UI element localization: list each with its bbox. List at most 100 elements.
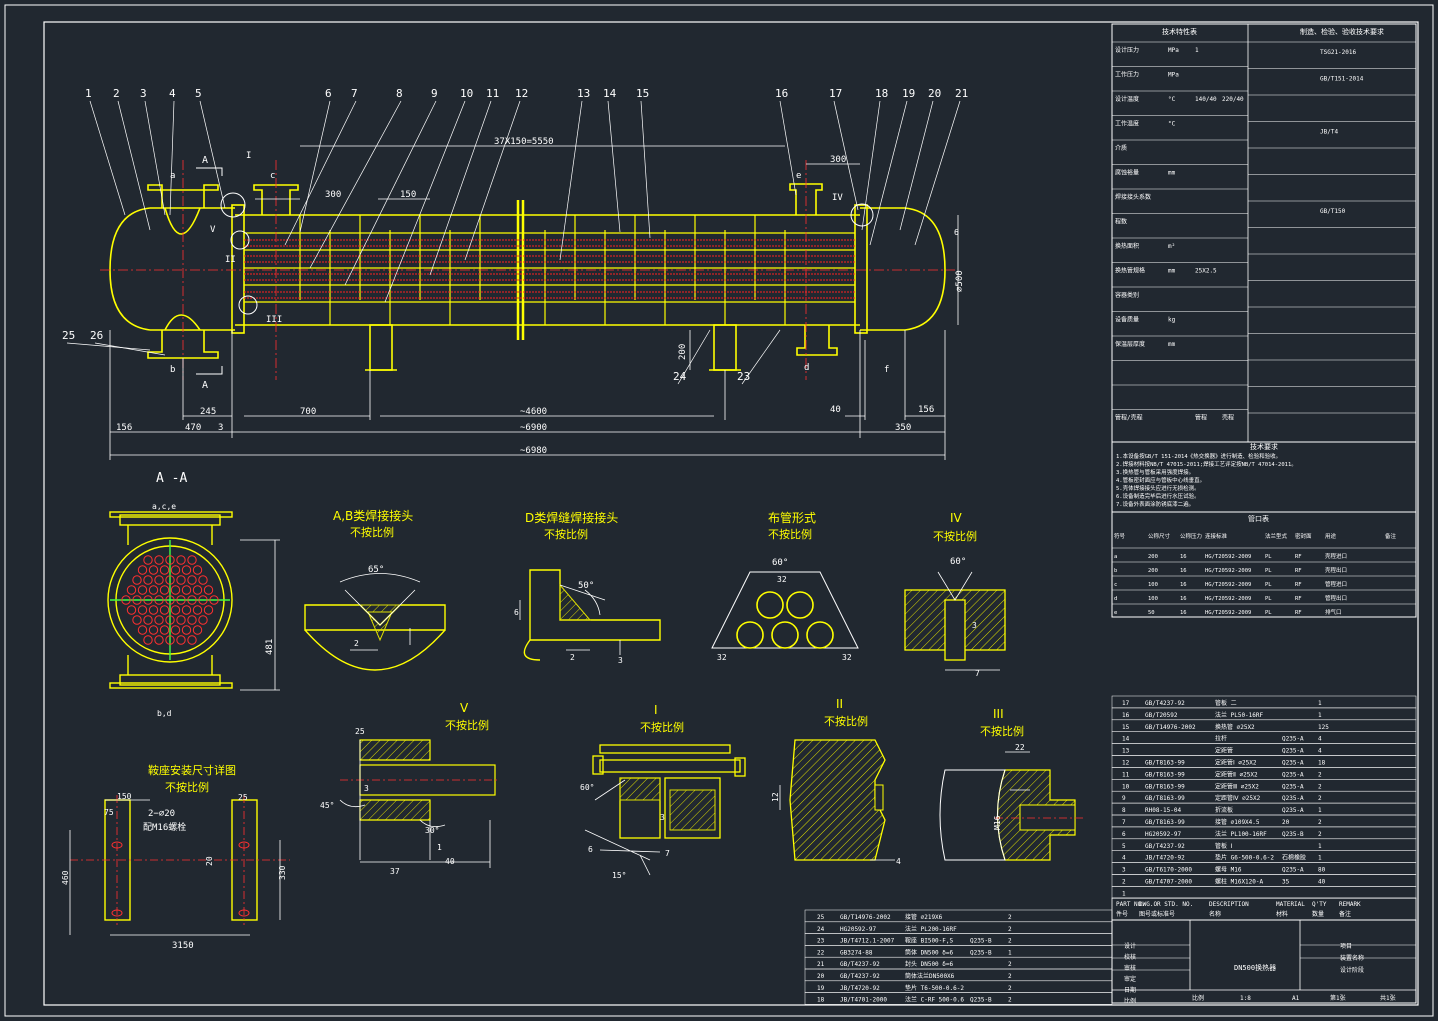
nozzle-cell: PL: [1265, 568, 1272, 574]
parts-bottom-cell: 接管 ⌀219X6: [905, 913, 943, 921]
i-note: 不按比例: [640, 720, 684, 734]
nozzle-cell: a: [1114, 554, 1117, 560]
parts-cell: Q235-A: [1282, 807, 1304, 814]
aa-dim-481: 481: [265, 639, 275, 655]
weld-ab-d2: 2: [354, 639, 359, 648]
parts-cell: 定距管Ⅱ ⌀25X2: [1215, 770, 1258, 778]
title-total: 共1张: [1380, 994, 1396, 1002]
sheet-frame: [4, 4, 1434, 1017]
parts-cell: Q235-A: [1282, 783, 1304, 790]
parts-header-cn: 材料: [1276, 910, 1288, 918]
nozzle-cell: 16: [1180, 596, 1187, 602]
tube-hole: [176, 635, 186, 645]
tube-hole: [159, 625, 170, 635]
parts-cell: 2: [1318, 795, 1322, 802]
nozzle-cell: RF: [1295, 610, 1302, 616]
balloon-label: 14: [603, 87, 617, 100]
parts-cell: 9: [1122, 795, 1126, 802]
nozzle-cell: 200: [1148, 554, 1158, 560]
nozzle-cell: HG/T20592-2009: [1205, 554, 1251, 560]
dim-350: 350: [895, 423, 911, 433]
balloon-leader: [384, 100, 466, 303]
tube-hole: [187, 555, 197, 565]
saddle-d75: 75: [104, 808, 114, 817]
nozzle-cell: 16: [1180, 554, 1187, 560]
design-row-shell: 壳程: [1222, 414, 1234, 422]
parts-cell: 管板 Ⅰ: [1215, 842, 1233, 850]
parts-cell: 12: [1122, 760, 1130, 767]
nozzle-cell: 管程进口: [1325, 580, 1347, 588]
parts-bottom-cell: Q235-B: [970, 938, 992, 945]
parts-cell: 16: [1122, 712, 1130, 719]
title-left-label: 校核: [1124, 953, 1136, 961]
tube-bundle: [244, 239, 855, 299]
dim-6900: ~6900: [520, 423, 547, 433]
technical-note: 5.壳体焊接接头应进行无损检测。: [1116, 484, 1200, 492]
saddle-bolt: 配M16螺栓: [143, 821, 186, 833]
tube-hole: [132, 615, 142, 625]
dim-156a: 156: [116, 423, 132, 433]
marker-ii: II: [225, 255, 236, 265]
design-right-text: GB/T151-2014: [1320, 76, 1364, 83]
i-d15: 15°: [612, 871, 626, 880]
parts-cell: 1: [1318, 700, 1322, 707]
balloon-leader: [299, 100, 331, 233]
tube-hole: [148, 585, 159, 595]
tube-d32b: 32: [717, 653, 727, 662]
nozzle-cell: HG/T20592-2009: [1205, 610, 1251, 616]
tube-hole: [176, 615, 186, 625]
marker-iii: III: [266, 315, 282, 325]
parts-bottom-cell: 22: [817, 949, 825, 956]
parts-bottom-cell: HG20592-97: [840, 926, 877, 933]
nozzle-col-header: 公称压力: [1180, 532, 1202, 540]
parts-header-en: Q'TY: [1312, 901, 1327, 908]
parts-bottom-cell: 1: [1008, 949, 1012, 956]
parts-cell: 折流板: [1215, 806, 1233, 814]
i-d6: 6: [588, 845, 593, 854]
aa-title: A -A: [156, 471, 187, 486]
parts-cell: Q235-A: [1282, 795, 1304, 802]
v-d1: 1: [437, 843, 442, 852]
design-row-tube: 25X2.5: [1195, 268, 1217, 275]
dim-4600: ~4600: [520, 407, 547, 417]
balloon-label: 7: [351, 87, 358, 100]
parts-bottom-cell: GB3274-88: [840, 949, 873, 956]
detail-iii-view: III 不按比例 22 M16: [939, 707, 1085, 861]
cad-drawing: a b c d e f I V II III IV A A 1234567891…: [4, 4, 1434, 1017]
iv-d3: 3: [972, 621, 977, 630]
dim-150: 150: [400, 190, 416, 200]
title-left-label: 日期: [1124, 986, 1136, 994]
dim-245: 245: [200, 407, 216, 417]
detail-i-view: I 不按比例 60° 6 7 15° 3: [580, 703, 746, 880]
title-left-label: 审核: [1124, 964, 1136, 972]
tube-d32a: 32: [777, 575, 787, 584]
title-sheet: A1: [1292, 995, 1300, 1002]
tube-hole: [137, 565, 148, 575]
aa-top-label: a,c,e: [152, 502, 176, 511]
balloon-label: 8: [396, 87, 403, 100]
tube-hole: [154, 575, 164, 585]
iii-dm16: M16: [993, 815, 1002, 830]
parts-cell: 管板 二: [1215, 699, 1237, 707]
parts-cell: Q235-A: [1282, 748, 1304, 755]
parts-cell: 8: [1122, 807, 1126, 814]
nozzle-a-label: a: [170, 171, 175, 181]
tube-hole: [159, 585, 170, 595]
tube-hole: [148, 565, 159, 575]
parts-cell: GB/T6170-2000: [1145, 867, 1192, 874]
parts-bottom-cell: GB/T4237-92: [840, 961, 880, 968]
nozzle-b-label: b: [170, 365, 175, 375]
design-row-name: 工作压力: [1115, 71, 1139, 79]
parts-cell: 1: [1318, 807, 1322, 814]
tube-hole: [170, 565, 181, 575]
parts-cell: 13: [1122, 748, 1130, 755]
parts-cell: HG20592-97: [1145, 831, 1182, 838]
parts-cell: 垫片 G6-500-0.6-2: [1215, 854, 1274, 862]
v-title: V: [460, 701, 469, 715]
design-row-unit: mm: [1168, 170, 1176, 177]
ii-d12: 12: [771, 792, 780, 802]
i-d3: 3: [660, 813, 665, 822]
tube-hole: [154, 615, 164, 625]
nozzle-cell: HG/T20592-2009: [1205, 596, 1251, 602]
parts-cell: 接管 ⌀109X4.5: [1215, 818, 1260, 826]
